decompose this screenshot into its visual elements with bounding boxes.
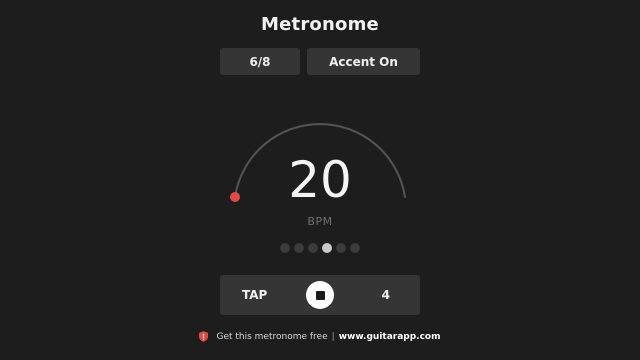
beat-dot xyxy=(322,243,332,253)
beat-dot xyxy=(308,243,318,253)
accent-toggle-button[interactable]: Accent On xyxy=(307,48,420,75)
beat-dot xyxy=(336,243,346,253)
page-title: Metronome xyxy=(261,14,379,35)
stop-icon xyxy=(315,290,325,300)
metronome-app: Metronome 6/8 Accent On 20 BPM TAP 4 Get… xyxy=(0,0,640,360)
stop-button[interactable] xyxy=(306,281,334,309)
beat-count: 4 xyxy=(381,288,390,302)
shield-icon xyxy=(199,331,209,342)
footer-separator: | xyxy=(331,331,335,342)
bpm-unit-label: BPM xyxy=(307,215,333,228)
beat-dot xyxy=(294,243,304,253)
footer: Get this metronome free | www.guitarapp.… xyxy=(0,331,640,342)
beat-indicators xyxy=(280,243,360,255)
beat-dot xyxy=(280,243,290,253)
footer-text: Get this metronome free xyxy=(216,331,328,342)
playback-bar: TAP 4 xyxy=(220,275,420,315)
footer-link[interactable]: www.guitarapp.com xyxy=(339,332,441,342)
tap-tempo-button[interactable]: TAP xyxy=(242,275,267,315)
time-signature-button[interactable]: 6/8 xyxy=(220,48,300,75)
beat-dot xyxy=(350,243,360,253)
bpm-value: 20 xyxy=(288,151,352,209)
